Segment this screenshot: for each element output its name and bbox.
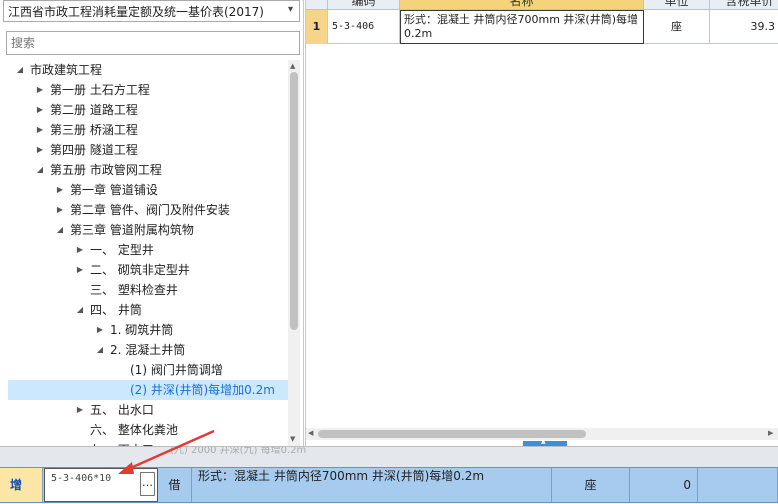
collapsed-triangle-icon[interactable]: ▶ — [34, 100, 46, 120]
tree-item-label: 第一章 管道铺设 — [70, 183, 158, 197]
bottom-strip: (九) 2000 井深(九) 每增0.2m — [0, 447, 778, 467]
row-name[interactable]: 形式：混凝土 井筒内径700mm 井深(井筒)每增0.2m — [192, 468, 552, 502]
expanded-triangle-icon[interactable]: ◢ — [94, 340, 106, 360]
tree-item[interactable]: ◢ 四、 井筒 — [0, 300, 288, 320]
table-row[interactable]: 1 5-3-406 形式：混凝土 井筒内径700mm 井深(井筒)每增0.2m … — [306, 10, 778, 44]
tree-item[interactable]: ▶ 第二册 道路工程 — [0, 100, 288, 120]
tree-item-label: 第一册 土石方工程 — [50, 83, 150, 97]
bottom-panel: (九) 2000 井深(九) 每增0.2m 增 … 借 形式：混凝土 井筒内径7… — [0, 446, 778, 504]
scrollbar-thumb[interactable] — [290, 72, 298, 330]
collapsed-triangle-icon[interactable]: ▶ — [74, 400, 86, 420]
tree-item[interactable]: ◢ 2. 混凝土井筒 — [0, 340, 288, 360]
scroll-right-arrow-icon[interactable]: ▶ — [768, 429, 773, 437]
header-code[interactable]: 编码 — [328, 0, 400, 9]
row-name[interactable]: 形式：混凝土 井筒内径700mm 井深(井筒)每增0.2m — [400, 10, 644, 44]
tree-item-label: 第二册 道路工程 — [50, 103, 138, 117]
header-name[interactable]: 名称 — [400, 0, 644, 9]
expanded-triangle-icon[interactable]: ◢ — [34, 160, 46, 180]
grip-icon: ▲ — [541, 438, 546, 445]
tree-item-label: 一、 定型井 — [90, 243, 154, 257]
tree-item-label: 市政建筑工程 — [30, 63, 103, 77]
collapsed-triangle-icon[interactable]: ▶ — [94, 320, 106, 340]
tree-item-label: 第五册 市政管网工程 — [50, 163, 162, 177]
tree-item[interactable]: 六、 整体化粪池 — [0, 420, 288, 440]
tree-vertical-scrollbar[interactable]: ▲ ▼ — [288, 60, 300, 446]
row-number: 1 — [306, 10, 328, 44]
header-unit[interactable]: 单位 — [644, 0, 710, 9]
tree-item-label: (1) 阀门井筒调增 — [130, 363, 223, 377]
library-select[interactable]: 江西省市政工程消耗量定额及统一基价表(2017) ▾ — [3, 0, 300, 22]
quota-grid: 编码 名称 单位 含税单价 1 5-3-406 形式：混凝土 井筒内径700mm… — [305, 0, 778, 446]
tree-item-label: 第三章 管道附属构筑物 — [70, 223, 194, 237]
chevron-down-icon[interactable]: ▾ — [288, 4, 293, 15]
expanded-triangle-icon[interactable]: ◢ — [54, 220, 66, 240]
left-panel: 江西省市政工程消耗量定额及统一基价表(2017) ▾ ◢ 市政建筑工程 ▶ 第一册 土… — [0, 0, 304, 446]
row-type-label: 增 — [0, 468, 43, 502]
header-price[interactable]: 含税单价 — [710, 0, 778, 9]
collapsed-triangle-icon[interactable]: ▶ — [54, 200, 66, 220]
expanded-triangle-icon[interactable]: ◢ — [14, 60, 26, 80]
collapsed-triangle-icon[interactable]: ▶ — [34, 140, 46, 160]
collapsed-triangle-icon[interactable]: ▶ — [54, 180, 66, 200]
code-input-cell[interactable]: … — [44, 468, 158, 502]
row-unit[interactable]: 座 — [644, 10, 710, 44]
tree-view: ◢ 市政建筑工程 ▶ 第一册 土石方工程 ▶ 第二册 道路工程 ▶ 第三册 桥涵工程 ▶ 第四册 … — [0, 60, 288, 446]
tree-item[interactable]: ◢ 第五册 市政管网工程 — [0, 160, 288, 180]
ellipsis-button[interactable]: … — [140, 472, 155, 496]
tree-item[interactable]: ◢ 第三章 管道附属构筑物 — [0, 220, 288, 240]
collapsed-triangle-icon[interactable]: ▶ — [74, 260, 86, 280]
scrollbar-thumb[interactable] — [318, 430, 586, 438]
tree-item-label: 第四册 隧道工程 — [50, 143, 138, 157]
grid-header: 编码 名称 单位 含税单价 — [306, 0, 778, 10]
tree-item[interactable]: ▶ 第三册 桥涵工程 — [0, 120, 288, 140]
tree-item-label: 2. 混凝土井筒 — [110, 343, 186, 357]
tree-item-label: 第二章 管件、阀门及附件安装 — [70, 203, 230, 217]
tree-item-label: 第三册 桥涵工程 — [50, 123, 138, 137]
expanded-triangle-icon[interactable]: ◢ — [74, 300, 86, 320]
collapsed-triangle-icon[interactable]: ▶ — [34, 80, 46, 100]
tree-item-label: 四、 井筒 — [90, 303, 142, 317]
row-unit[interactable]: 座 — [552, 468, 630, 502]
search-input[interactable] — [6, 31, 300, 55]
tree-item-label: 二、 砌筑非定型井 — [90, 263, 190, 277]
faint-text: (九) 2000 井深(九) 每增0.2m — [170, 447, 307, 456]
tree-item-label: 五、 出水口 — [90, 403, 154, 417]
row-value[interactable]: 0 — [630, 468, 698, 502]
tree-item[interactable]: ◢ 市政建筑工程 — [0, 60, 288, 80]
tree-item[interactable]: 三、 塑料检查井 — [0, 280, 288, 300]
header-rownum — [306, 0, 328, 9]
row-code[interactable]: 5-3-406 — [328, 10, 400, 44]
tree-item[interactable]: ▶ 第一章 管道铺设 — [0, 180, 288, 200]
tree-item[interactable]: (2) 井深(井筒)每增加0.2m — [8, 380, 288, 400]
tree-item-label: (2) 井深(井筒)每增加0.2m — [130, 383, 275, 397]
tree-item-label: 三、 塑料检查井 — [90, 283, 178, 297]
bottom-table-row[interactable]: 增 … 借 形式：混凝土 井筒内径700mm 井深(井筒)每增0.2m 座 0 — [0, 467, 778, 503]
row-extra-cell[interactable] — [698, 468, 778, 502]
tree-item[interactable]: ▶ 二、 砌筑非定型井 — [0, 260, 288, 280]
tree-item-label: 1. 砌筑井筒 — [110, 323, 174, 337]
tree-item[interactable]: ▶ 一、 定型井 — [0, 240, 288, 260]
tree-item[interactable]: (1) 阀门井筒调增 — [0, 360, 288, 380]
code-input[interactable] — [45, 469, 139, 499]
scroll-up-arrow-icon[interactable]: ▲ — [290, 62, 295, 70]
tree-item[interactable]: ▶ 第一册 土石方工程 — [0, 80, 288, 100]
scroll-down-arrow-icon[interactable]: ▼ — [290, 435, 295, 443]
row-borrow-flag[interactable]: 借 — [158, 468, 192, 502]
collapsed-triangle-icon[interactable]: ▶ — [34, 120, 46, 140]
row-price[interactable]: 39.3 — [710, 10, 778, 44]
tree-item[interactable]: ▶ 第二章 管件、阀门及附件安装 — [0, 200, 288, 220]
tree-item[interactable]: ▶ 第四册 隧道工程 — [0, 140, 288, 160]
tree-item[interactable]: ▶ 五、 出水口 — [0, 400, 288, 420]
tree-item-label: 六、 整体化粪池 — [90, 423, 178, 437]
collapsed-triangle-icon[interactable]: ▶ — [74, 240, 86, 260]
scroll-left-arrow-icon[interactable]: ◀ — [308, 429, 313, 437]
library-select-value: 江西省市政工程消耗量定额及统一基价表(2017) — [8, 4, 264, 19]
tree-item[interactable]: ▶ 1. 砌筑井筒 — [0, 320, 288, 340]
